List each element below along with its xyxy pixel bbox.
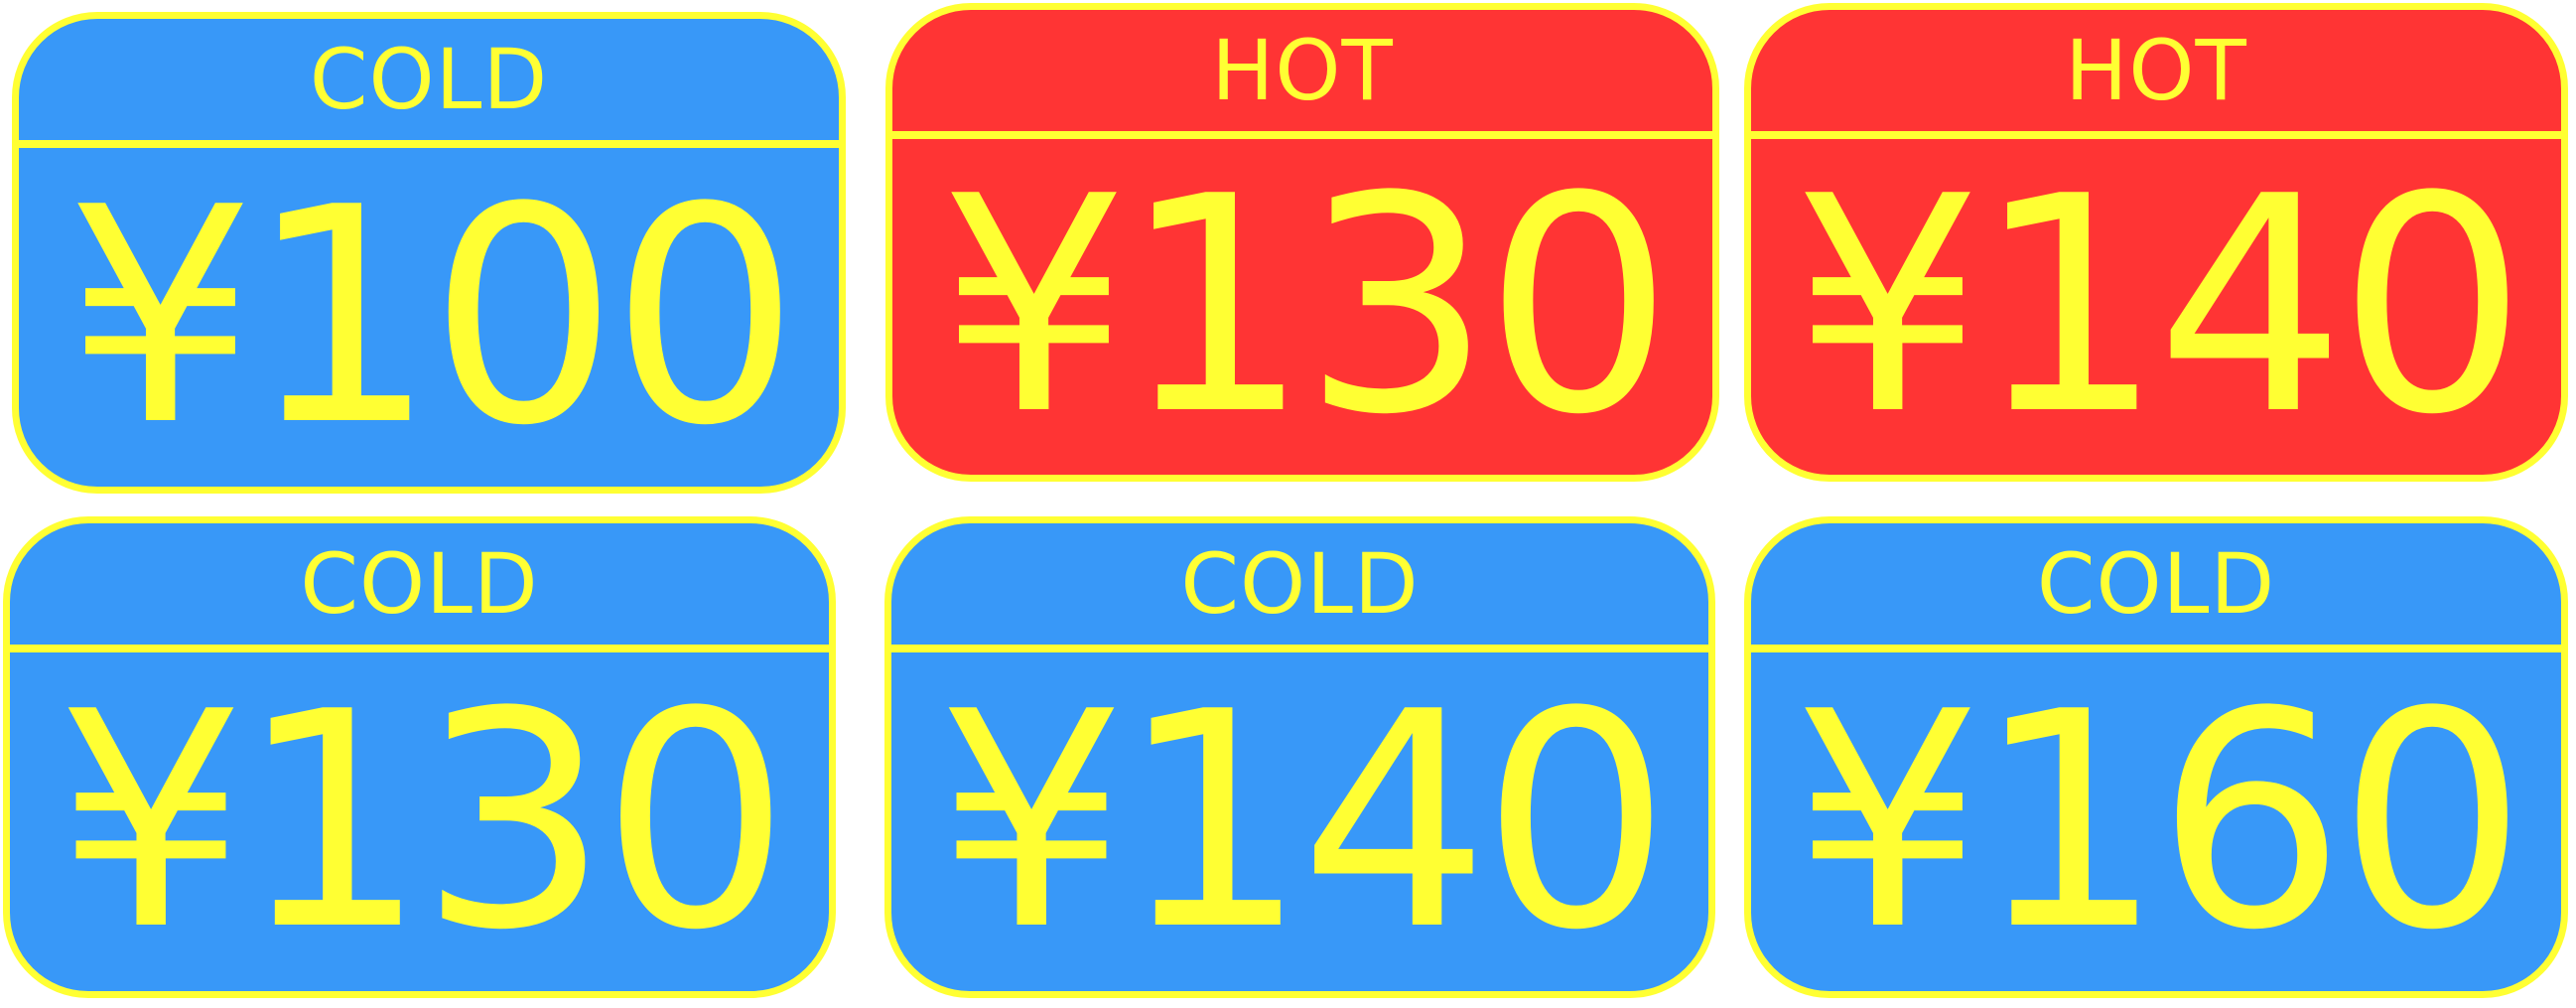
label-price: ¥130 <box>939 133 1673 480</box>
label-price: ¥130 <box>56 648 790 995</box>
label-price: ¥140 <box>1793 133 2526 480</box>
price-label-cold: COLD ¥160 <box>1744 516 2568 998</box>
price-label-cold: COLD ¥130 <box>3 516 836 998</box>
label-header: COLD <box>309 31 549 128</box>
label-header: HOT <box>2065 22 2247 119</box>
label-header: COLD <box>1180 535 1420 633</box>
label-price: ¥160 <box>1793 648 2526 995</box>
price-label-hot: HOT ¥140 <box>1744 3 2568 482</box>
label-price: ¥140 <box>936 648 1671 995</box>
label-header: COLD <box>2036 535 2276 633</box>
price-label-cold: COLD ¥140 <box>884 516 1715 998</box>
label-price: ¥100 <box>66 143 799 491</box>
label-header: HOT <box>1211 22 1394 119</box>
label-header: COLD <box>300 535 539 633</box>
price-label-hot: HOT ¥130 <box>885 3 1719 482</box>
price-label-cold: COLD ¥100 <box>12 12 846 494</box>
